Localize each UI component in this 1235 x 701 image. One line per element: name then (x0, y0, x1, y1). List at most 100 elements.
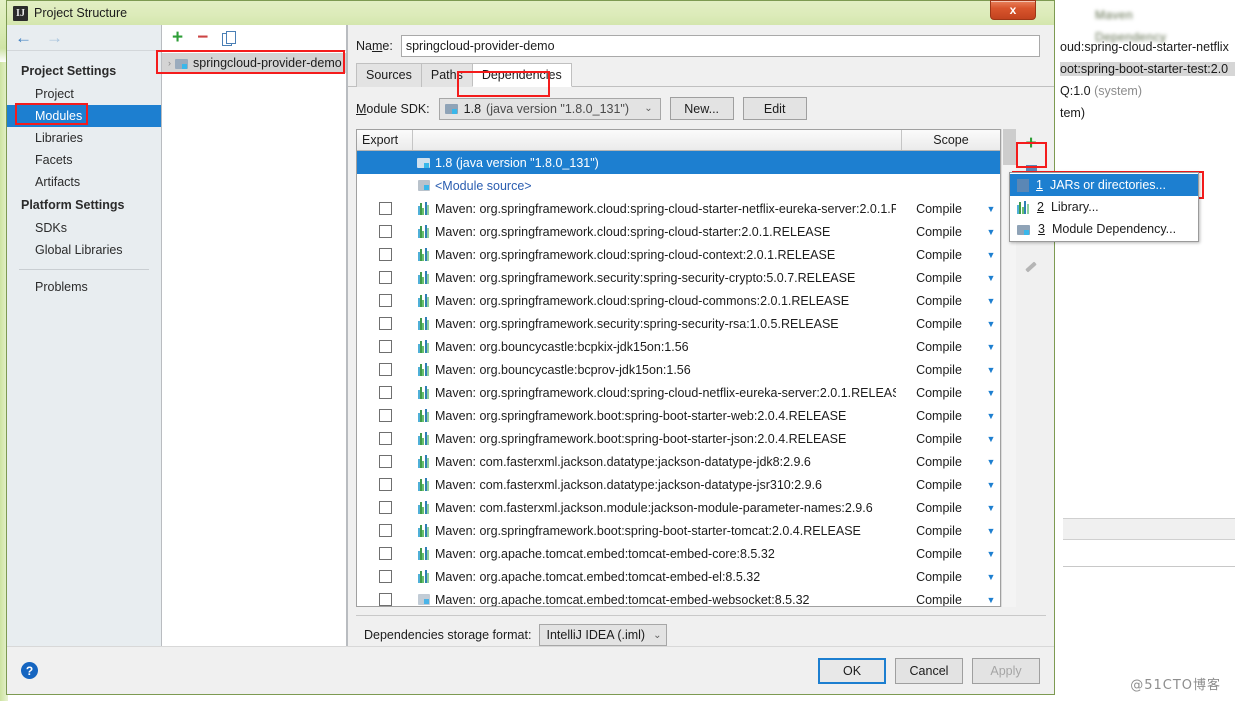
module-name-input[interactable] (400, 35, 1040, 57)
export-checkbox[interactable] (378, 225, 392, 238)
dependency-row[interactable]: Maven: org.bouncycastle:bcprov-jdk15on:1… (357, 358, 1000, 381)
dependency-scope[interactable]: Compile (896, 340, 982, 354)
apply-button[interactable]: Apply (972, 657, 1040, 684)
export-checkbox[interactable] (378, 455, 392, 468)
chevron-right-icon[interactable]: › (168, 58, 171, 68)
scope-dropdown-icon[interactable]: ▼ (982, 411, 1000, 421)
scope-dropdown-icon[interactable]: ▼ (982, 319, 1000, 329)
arrow-left-icon[interactable]: ← (15, 29, 32, 46)
scope-dropdown-icon[interactable]: ▼ (982, 595, 1000, 605)
scope-dropdown-icon[interactable]: ▼ (982, 572, 1000, 582)
scope-dropdown-icon[interactable]: ▼ (982, 204, 1000, 214)
scope-dropdown-icon[interactable]: ▼ (982, 434, 1000, 444)
column-header-name[interactable] (413, 130, 902, 150)
copy-icon[interactable] (222, 30, 237, 46)
export-checkbox[interactable] (378, 570, 392, 583)
dependency-row[interactable]: Maven: com.fasterxml.jackson.datatype:ja… (357, 450, 1000, 473)
scope-dropdown-icon[interactable]: ▼ (982, 388, 1000, 398)
ok-button[interactable]: OK (818, 657, 886, 684)
sidebar-item-libraries[interactable]: Libraries (7, 127, 161, 149)
export-checkbox[interactable] (378, 547, 392, 560)
dependency-row[interactable]: Maven: org.springframework.cloud:spring-… (357, 381, 1000, 404)
add-dependency-button[interactable]: + (1018, 131, 1044, 155)
export-checkbox[interactable] (378, 409, 392, 422)
dependency-scope[interactable]: Compile (896, 478, 982, 492)
dependency-row[interactable]: Maven: org.springframework.security:spri… (357, 312, 1000, 335)
sidebar-item-facets[interactable]: Facets (7, 149, 161, 171)
tab-dependencies[interactable]: Dependencies (471, 63, 572, 87)
dependency-row[interactable]: Maven: org.springframework.cloud:spring-… (357, 197, 1000, 220)
dependency-row[interactable]: Maven: org.springframework.boot:spring-b… (357, 427, 1000, 450)
module-tree-node-springcloud-provider-demo[interactable]: › springcloud-provider-demo (162, 53, 346, 73)
chevron-down-icon[interactable]: ⌄ (639, 103, 657, 114)
dependency-scope[interactable]: Compile (896, 570, 982, 584)
scope-dropdown-icon[interactable]: ▼ (982, 480, 1000, 490)
export-checkbox[interactable] (378, 501, 392, 514)
scope-dropdown-icon[interactable]: ▼ (982, 526, 1000, 536)
scope-dropdown-icon[interactable]: ▼ (982, 273, 1000, 283)
minus-icon[interactable]: − (197, 28, 208, 47)
dependencies-scrollbar-thumb[interactable] (1003, 129, 1016, 165)
dependency-scope[interactable]: Compile (896, 524, 982, 538)
storage-format-select[interactable]: IntelliJ IDEA (.iml) ⌄ (539, 624, 667, 646)
sidebar-item-modules[interactable]: Modules (7, 105, 161, 127)
dependency-row[interactable]: Maven: org.springframework.cloud:spring-… (357, 289, 1000, 312)
dependency-row[interactable]: Maven: org.springframework.cloud:spring-… (357, 220, 1000, 243)
export-checkbox[interactable] (378, 524, 392, 537)
export-checkbox[interactable] (378, 340, 392, 353)
menu-item-module-dependency[interactable]: 3 Module Dependency... (1010, 218, 1198, 240)
dependency-row[interactable]: Maven: org.bouncycastle:bcpkix-jdk15on:1… (357, 335, 1000, 358)
scope-dropdown-icon[interactable]: ▼ (982, 503, 1000, 513)
dependency-row[interactable]: Maven: org.apache.tomcat.embed:tomcat-em… (357, 542, 1000, 565)
dependency-row[interactable]: Maven: com.fasterxml.jackson.datatype:ja… (357, 473, 1000, 496)
plus-icon[interactable]: + (172, 28, 183, 47)
cancel-button[interactable]: Cancel (895, 657, 963, 684)
dependency-row[interactable]: Maven: org.springframework.security:spri… (357, 266, 1000, 289)
dependency-scope[interactable]: Compile (896, 363, 982, 377)
dependency-scope[interactable]: Compile (896, 593, 982, 607)
dependency-scope[interactable]: Compile (896, 501, 982, 515)
menu-item-jars-or-directories[interactable]: 1 JARs or directories... (1010, 174, 1198, 196)
dependency-scope[interactable]: Compile (896, 317, 982, 331)
dependency-row[interactable]: 1.8 (java version "1.8.0_131") (357, 151, 1000, 174)
column-header-scope[interactable]: Scope (902, 130, 1000, 150)
dependency-row[interactable]: Maven: org.apache.tomcat.embed:tomcat-em… (357, 565, 1000, 588)
export-checkbox[interactable] (378, 248, 392, 261)
export-checkbox[interactable] (378, 294, 392, 307)
tab-paths[interactable]: Paths (420, 63, 473, 87)
scope-dropdown-icon[interactable]: ▼ (982, 365, 1000, 375)
scope-dropdown-icon[interactable]: ▼ (982, 457, 1000, 467)
export-checkbox[interactable] (378, 432, 392, 445)
export-checkbox[interactable] (378, 202, 392, 215)
dependency-scope[interactable]: Compile (896, 225, 982, 239)
dependency-row[interactable]: <Module source> (357, 174, 1000, 197)
dependency-row[interactable]: Maven: org.springframework.boot:spring-b… (357, 519, 1000, 542)
export-checkbox[interactable] (378, 593, 392, 606)
arrow-right-icon[interactable]: → (46, 29, 63, 46)
export-checkbox[interactable] (378, 317, 392, 330)
sidebar-item-artifacts[interactable]: Artifacts (7, 171, 161, 193)
new-sdk-button[interactable]: New... (669, 97, 734, 120)
dependency-scope[interactable]: Compile (896, 432, 982, 446)
dependency-row[interactable]: Maven: org.apache.tomcat.embed:tomcat-em… (357, 588, 1000, 606)
dependency-scope[interactable]: Compile (896, 202, 982, 216)
export-checkbox[interactable] (378, 386, 392, 399)
menu-item-library[interactable]: 2 Library... (1010, 196, 1198, 218)
tab-sources[interactable]: Sources (356, 63, 422, 87)
edit-dependency-button[interactable] (1018, 259, 1044, 283)
dependency-scope[interactable]: Compile (896, 294, 982, 308)
help-icon[interactable]: ? (21, 662, 38, 679)
scope-dropdown-icon[interactable]: ▼ (982, 549, 1000, 559)
scope-dropdown-icon[interactable]: ▼ (982, 342, 1000, 352)
export-checkbox[interactable] (378, 363, 392, 376)
module-sdk-select[interactable]: 1.8 (java version "1.8.0_131") ⌄ (438, 97, 661, 120)
sidebar-item-project[interactable]: Project (7, 83, 161, 105)
sidebar-item-sdks[interactable]: SDKs (7, 217, 161, 239)
dependency-scope[interactable]: Compile (896, 271, 982, 285)
scope-dropdown-icon[interactable]: ▼ (982, 227, 1000, 237)
sidebar-item-global-libraries[interactable]: Global Libraries (7, 239, 161, 261)
dependency-scope[interactable]: Compile (896, 386, 982, 400)
export-checkbox[interactable] (378, 478, 392, 491)
dependency-scope[interactable]: Compile (896, 547, 982, 561)
plus-icon[interactable]: + (1025, 134, 1036, 153)
